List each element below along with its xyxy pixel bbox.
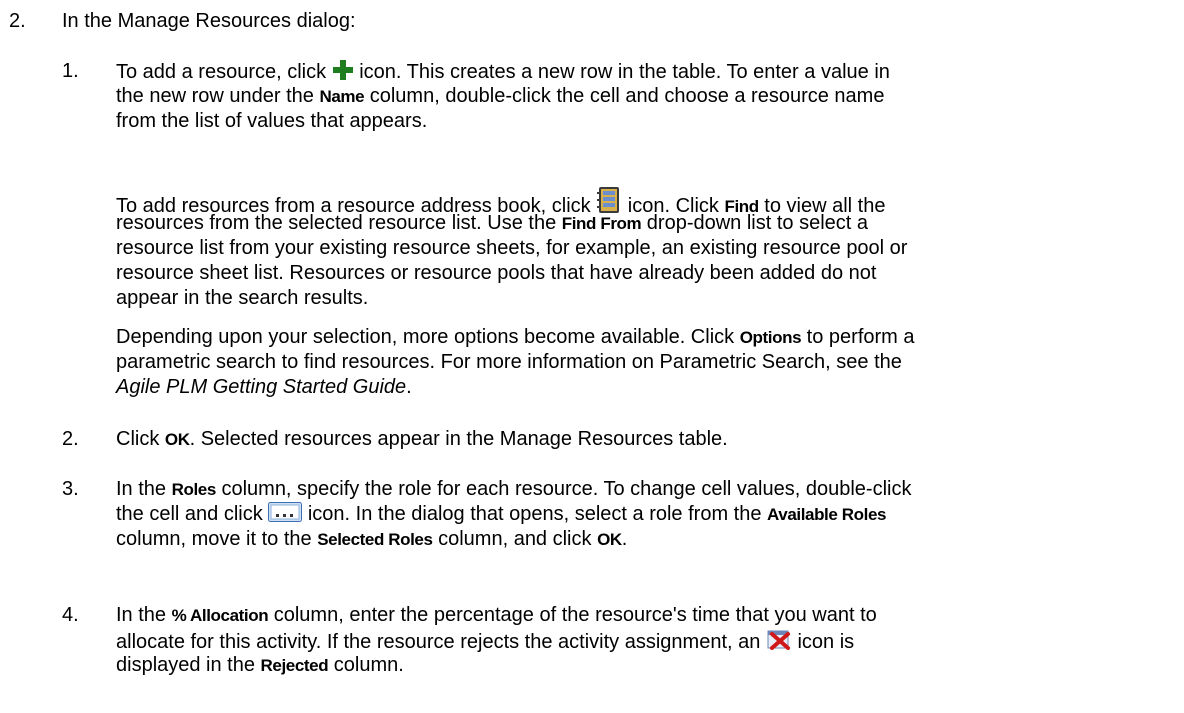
rejected-x-icon <box>766 628 792 650</box>
substep-number: 1. <box>62 60 79 82</box>
selected-roles-label: Selected Roles <box>317 530 433 549</box>
roles-column-label: Roles <box>171 480 217 499</box>
rejected-column-label: Rejected <box>260 656 329 675</box>
ok-label: OK <box>597 530 622 549</box>
substep-number: 2. <box>62 428 79 450</box>
options-button-label: Options <box>739 328 802 347</box>
guide-title: Agile PLM Getting Started Guide <box>116 376 407 398</box>
step-number: 2. <box>9 10 26 32</box>
available-roles-label: Available Roles <box>767 505 887 524</box>
substep-number: 3. <box>62 478 79 500</box>
address-book-icon <box>596 186 622 214</box>
ok-label: OK <box>164 430 190 449</box>
substep-1-paragraph-1: To add a resource, click icon. This crea… <box>116 59 890 132</box>
name-column-label: Name <box>319 87 365 106</box>
substep-number: 4. <box>62 604 79 626</box>
step-text: In the Manage Resources dialog: <box>62 10 356 32</box>
find-from-label: Find From <box>561 214 642 233</box>
allocation-column-label: % Allocation <box>171 606 269 625</box>
ellipsis-picker-icon <box>268 502 303 522</box>
add-plus-icon <box>332 59 354 81</box>
